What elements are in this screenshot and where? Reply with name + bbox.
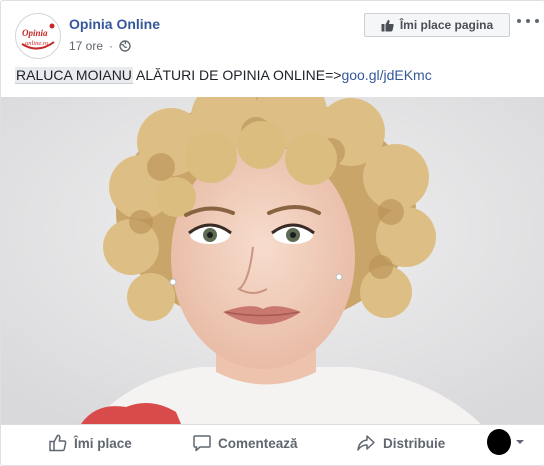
more-dot bbox=[526, 19, 530, 23]
page-name-link[interactable]: Opinia Online bbox=[69, 16, 160, 32]
page-avatar[interactable]: Opinia online.ro bbox=[15, 13, 61, 59]
post-action-bar: Îmi place Comentează Distribuie bbox=[1, 424, 544, 465]
like-button[interactable]: Îmi place bbox=[49, 425, 132, 461]
thumbs-up-outline-icon bbox=[49, 434, 67, 452]
thumbs-up-icon bbox=[381, 19, 394, 31]
svg-text:online.ro: online.ro bbox=[25, 40, 49, 47]
comment-label: Comentează bbox=[218, 435, 298, 451]
comment-button[interactable]: Comentează bbox=[193, 425, 298, 461]
post-photo[interactable] bbox=[1, 97, 544, 424]
chevron-down-icon bbox=[516, 440, 524, 444]
share-arrow-icon bbox=[357, 435, 375, 451]
like-page-button[interactable]: Îmi place pagina bbox=[364, 13, 510, 37]
like-label: Îmi place bbox=[74, 435, 132, 451]
mention-tag[interactable]: RALUCA MOIANU bbox=[15, 67, 133, 84]
globe-icon[interactable] bbox=[119, 40, 131, 52]
post-text: RALUCA MOIANU ALĂTURI DE OPINIA ONLINE=>… bbox=[15, 67, 432, 84]
facebook-post: Opinia online.ro Opinia Online 17 ore · … bbox=[0, 0, 544, 466]
share-label: Distribuie bbox=[383, 435, 446, 451]
post-link[interactable]: goo.gl/jdEKmc bbox=[341, 67, 431, 83]
reaction-profile-selector[interactable] bbox=[487, 429, 525, 455]
more-options-icon[interactable] bbox=[517, 11, 539, 31]
like-page-label: Îmi place pagina bbox=[399, 18, 494, 32]
comment-icon bbox=[193, 435, 211, 452]
post-body-text: ALĂTURI DE OPINIA ONLINE=> bbox=[132, 67, 342, 83]
more-dot bbox=[517, 19, 521, 23]
post-meta: 17 ore · bbox=[69, 39, 131, 53]
share-button[interactable]: Distribuie bbox=[356, 425, 445, 461]
opinia-online-logo: Opinia online.ro bbox=[17, 15, 59, 57]
post-timestamp[interactable]: 17 ore bbox=[69, 39, 103, 53]
separator-dot: · bbox=[109, 39, 114, 53]
more-dot bbox=[535, 19, 539, 23]
svg-text:Opinia: Opinia bbox=[22, 28, 48, 38]
woman-portrait-image bbox=[1, 97, 544, 424]
profile-avatar-redacted bbox=[487, 429, 511, 455]
